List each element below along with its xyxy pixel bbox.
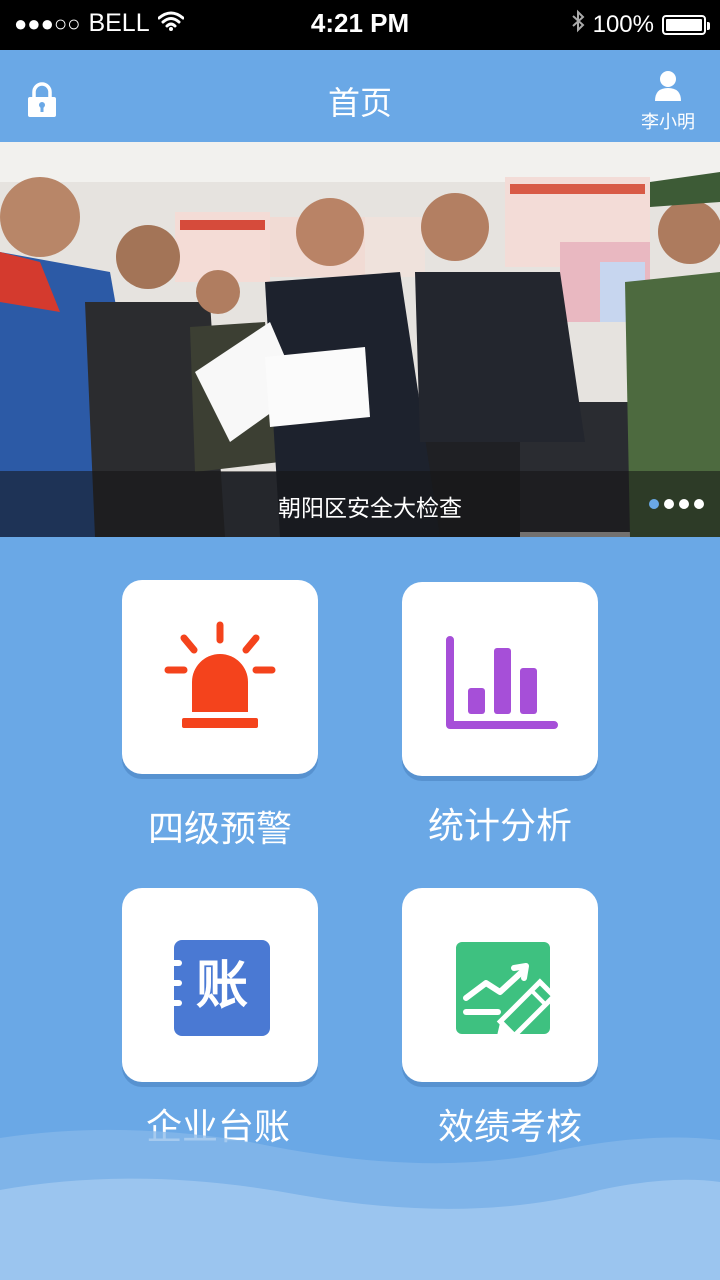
user-profile-button[interactable]: 李小明 (636, 70, 700, 134)
carousel-indicator[interactable] (649, 499, 704, 509)
statistics-label: 统计分析 (427, 806, 572, 847)
banner-caption-bar: 朝阳区安全大检查 (0, 471, 720, 537)
chart-edit-icon (456, 942, 558, 1040)
bar-chart-icon (446, 636, 558, 729)
page-title: 首页 (327, 84, 392, 122)
carousel-dot[interactable] (664, 499, 674, 509)
bluetooth-icon (571, 9, 585, 40)
battery-percent: 100% (592, 10, 654, 38)
statistics-button[interactable] (402, 582, 598, 776)
user-name: 李小明 (641, 112, 695, 133)
ledger-icon-text: 账 (195, 956, 248, 1016)
carousel-dot[interactable] (679, 499, 689, 509)
alarm-light-icon (164, 621, 276, 728)
banner-caption: 朝阳区安全大检查 (278, 496, 462, 522)
battery-icon (662, 14, 710, 35)
user-icon (653, 71, 683, 106)
performance-button[interactable] (402, 888, 598, 1082)
wave-decoration (0, 1129, 720, 1280)
status-bar: ●●●○○ BELL 4:21 PM 100% (0, 0, 720, 50)
nav-bar: 首页 李小明 (0, 50, 720, 142)
warning-button[interactable] (122, 580, 318, 774)
warning-label: 四级预警 (147, 809, 292, 850)
carousel-dot[interactable] (649, 499, 659, 509)
ledger-button[interactable]: 账 (122, 888, 318, 1082)
carousel-dot[interactable] (694, 499, 704, 509)
banner-carousel[interactable]: 朝阳区安全大检查 (0, 142, 720, 537)
